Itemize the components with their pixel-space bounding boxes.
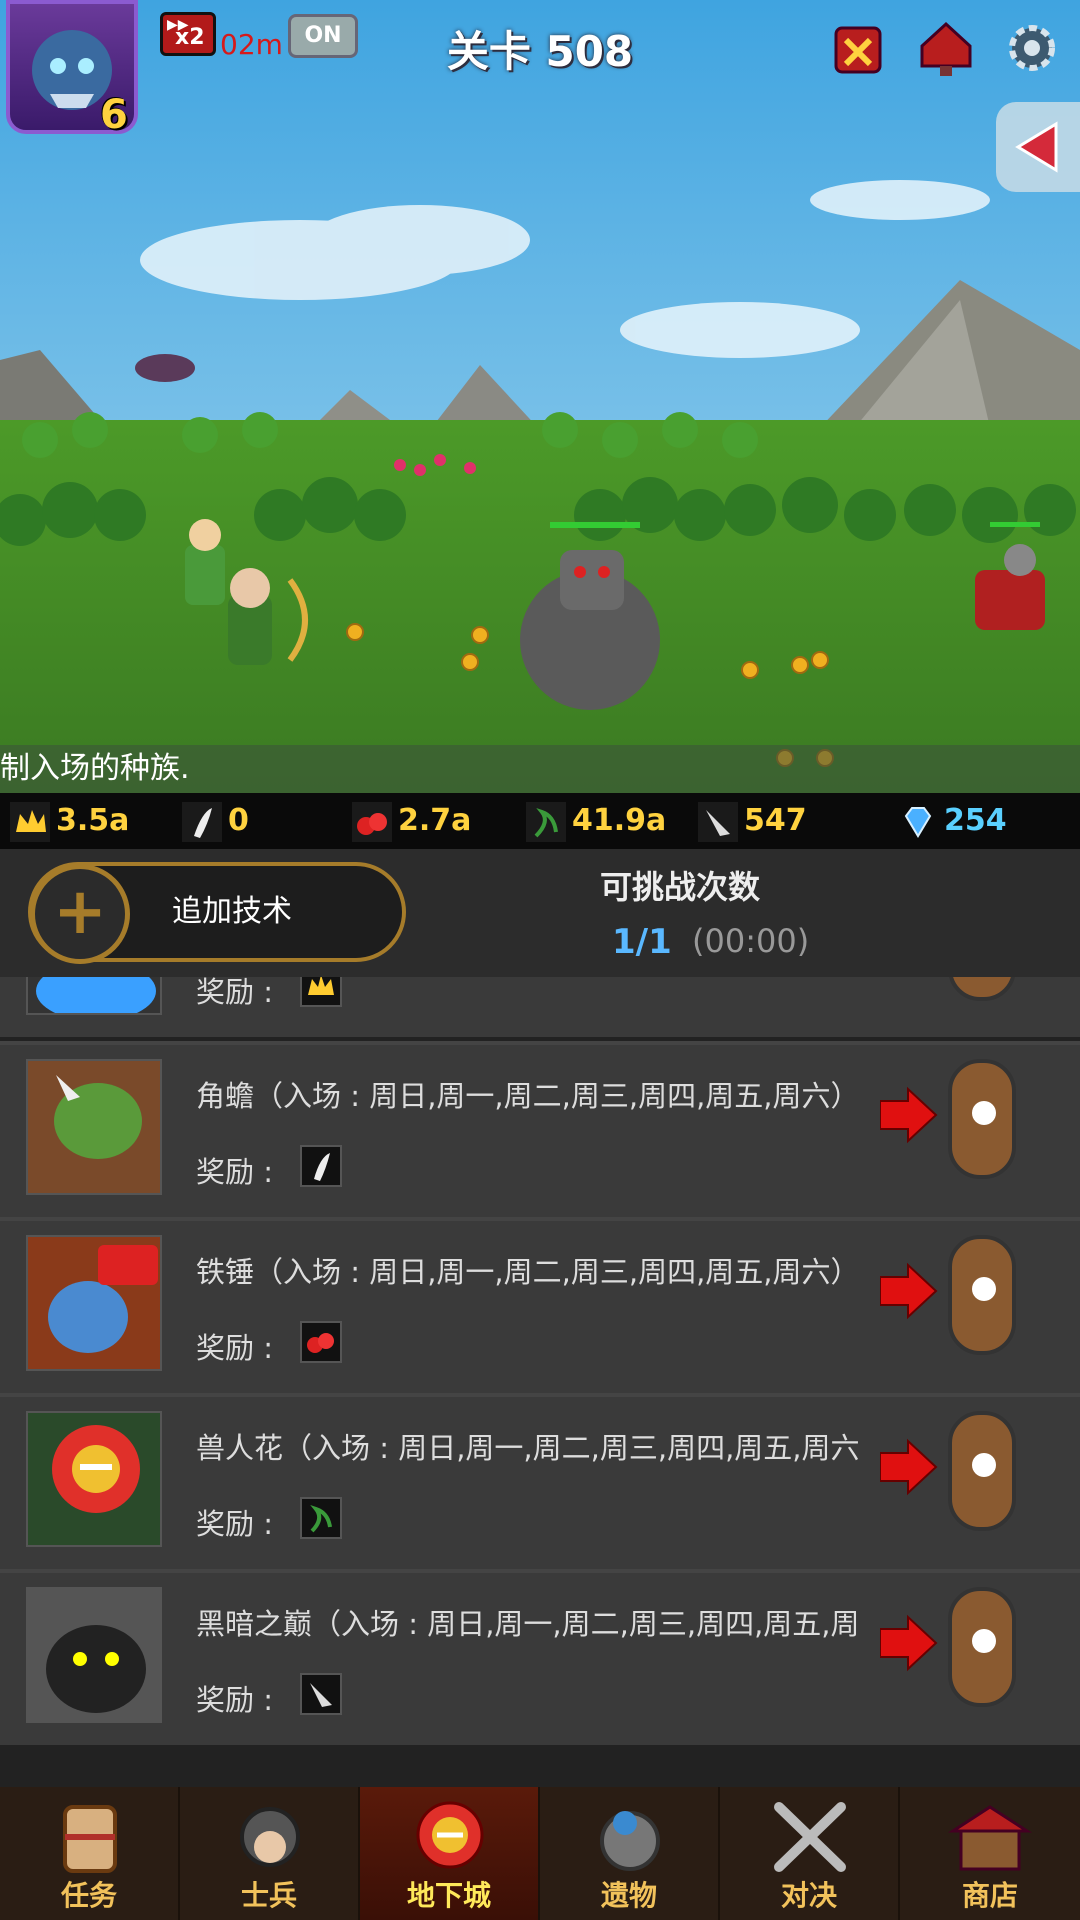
auto-toggle[interactable]: ON bbox=[288, 14, 358, 58]
resource-value: 254 bbox=[944, 803, 1007, 838]
green-mage-unit bbox=[185, 519, 225, 605]
list-item[interactable]: 铁锤（入场 : 周日,周一,周二,周三,周四,周五,周六） 奖励 : bbox=[0, 1217, 1080, 1393]
challenge-count: 1/1 bbox=[612, 922, 672, 962]
nav-dungeon[interactable]: 地下城 bbox=[360, 1787, 540, 1920]
resource-value: 2.7a bbox=[398, 803, 472, 838]
bat-enemy bbox=[135, 354, 195, 382]
list-item[interactable]: 角蟾（入场 : 周日,周一,周二,周三,周四,周五,周六） 奖励 : bbox=[0, 1041, 1080, 1217]
resource-bar: 3.5a 0 2.7a 41.9a 547 254 bbox=[0, 793, 1080, 849]
helmet-icon bbox=[240, 1807, 300, 1867]
crown-icon bbox=[300, 977, 342, 1007]
horn-icon bbox=[300, 1145, 342, 1187]
dungeon-flower-icon bbox=[416, 1801, 484, 1869]
guild-banner-icon[interactable] bbox=[830, 18, 886, 78]
nav-relics[interactable]: 遗物 bbox=[540, 1787, 720, 1920]
reward-label: 奖励 : bbox=[196, 1155, 273, 1189]
nav-label: 地下城 bbox=[406, 1879, 491, 1912]
bottom-nav: 任务 士兵 地下城 遗物 对决 商店 bbox=[0, 1787, 1080, 1920]
nav-label: 任务 bbox=[60, 1879, 117, 1912]
resource-diamond[interactable]: 254 bbox=[898, 799, 1007, 843]
nav-battle[interactable]: 对决 bbox=[720, 1787, 900, 1920]
stage-title: 关卡 508 bbox=[446, 27, 634, 76]
add-tech-label: 追加技术 bbox=[172, 894, 292, 929]
mailbox-icon[interactable] bbox=[916, 18, 976, 78]
challenge-timer: (00:00) bbox=[692, 922, 810, 960]
scroll-message: 制入场的种族. bbox=[0, 745, 1080, 793]
resource-value: 0 bbox=[228, 803, 249, 838]
dungeon-portrait bbox=[26, 1235, 162, 1371]
nav-label: 对决 bbox=[780, 1879, 837, 1912]
resource-red-gem: 2.7a bbox=[352, 799, 471, 843]
list-item[interactable]: 黑暗之巅（入场 : 周日,周一,周二,周三,周四,周五,周 奖励 : bbox=[0, 1569, 1080, 1745]
resource-value: 41.9a bbox=[572, 803, 667, 838]
boost-timer: 02m bbox=[220, 28, 283, 61]
crown-icon bbox=[10, 801, 50, 842]
enter-door-button[interactable] bbox=[880, 1229, 1020, 1359]
scroll-icon bbox=[63, 1805, 117, 1873]
battle-background bbox=[0, 0, 1080, 793]
reward-label: 奖励 : bbox=[196, 977, 273, 1009]
nav-label: 商店 bbox=[961, 1879, 1018, 1912]
vine-icon bbox=[300, 1497, 342, 1539]
resource-value: 3.5a bbox=[56, 803, 130, 838]
battle-scene: 6 ▶▶ x2 02m ON 关卡 508 制入场的种族. bbox=[0, 0, 1080, 793]
dungeon-portrait bbox=[26, 1059, 162, 1195]
dungeon-portrait bbox=[26, 1587, 162, 1723]
hero-level: 6 bbox=[100, 92, 128, 138]
dungeon-name: 角蟾（入场 : 周日,周一,周二,周三,周四,周五,周六） bbox=[196, 1079, 860, 1113]
reward-label: 奖励 : bbox=[196, 1507, 273, 1541]
collapse-arrow-icon[interactable] bbox=[996, 102, 1080, 192]
nav-shop[interactable]: 商店 bbox=[900, 1787, 1080, 1920]
dungeon-name: 黑暗之巅（入场 : 周日,周一,周二,周三,周四,周五,周 bbox=[196, 1607, 860, 1641]
diamond-icon bbox=[898, 802, 938, 842]
dungeon-name: 兽人花（入场 : 周日,周一,周二,周三,周四,周五,周六 bbox=[196, 1431, 860, 1465]
plus-icon: + bbox=[30, 864, 130, 964]
speed-boost-badge[interactable]: ▶▶ x2 bbox=[160, 12, 216, 56]
dungeon-portrait bbox=[26, 1411, 162, 1547]
resource-value: 547 bbox=[744, 803, 807, 838]
nav-soldiers[interactable]: 士兵 bbox=[180, 1787, 360, 1920]
enter-door-button[interactable] bbox=[880, 1581, 1020, 1711]
enter-door-button[interactable] bbox=[880, 1053, 1020, 1183]
red-gem-icon bbox=[352, 801, 392, 842]
nav-label: 士兵 bbox=[240, 1879, 297, 1912]
horn-icon bbox=[182, 801, 222, 842]
resource-horn: 0 bbox=[182, 799, 249, 843]
resource-vine: 41.9a bbox=[526, 799, 666, 843]
list-item[interactable]: 兽人花（入场 : 周日,周一,周二,周三,周四,周五,周六 奖励 : bbox=[0, 1393, 1080, 1569]
shop-icon bbox=[947, 1805, 1033, 1871]
dungeon-list[interactable]: 奖励 : 角蟾（入场 : 周日,周一,周二,周三,周四,周五,周六） 奖励 : … bbox=[0, 977, 1080, 1787]
enter-door-button[interactable] bbox=[880, 1405, 1020, 1535]
fang-icon bbox=[300, 1673, 342, 1715]
nav-label: 遗物 bbox=[600, 1879, 657, 1912]
reward-label: 奖励 : bbox=[196, 1331, 273, 1365]
challenge-title: 可挑战次数 bbox=[599, 868, 760, 906]
speed-label: x2 bbox=[175, 25, 205, 50]
vine-icon bbox=[526, 801, 566, 842]
add-tech-button[interactable]: + 追加技术 bbox=[28, 862, 406, 964]
dungeon-portrait bbox=[26, 977, 162, 1015]
nav-quests[interactable]: 任务 bbox=[0, 1787, 180, 1920]
dungeon-name: 铁锤（入场 : 周日,周一,周二,周三,周四,周五,周六） bbox=[196, 1255, 860, 1289]
list-item[interactable]: 奖励 : bbox=[0, 977, 1080, 1037]
relic-orb-icon bbox=[600, 1811, 660, 1871]
reward-label: 奖励 : bbox=[196, 1683, 273, 1717]
gear-icon[interactable] bbox=[1002, 18, 1062, 78]
enter-door-button[interactable] bbox=[920, 977, 1020, 1003]
resource-crown: 3.5a bbox=[10, 799, 129, 843]
resource-fang: 547 bbox=[698, 799, 807, 843]
crossed-swords-icon bbox=[774, 1802, 846, 1872]
fang-icon bbox=[698, 801, 738, 842]
red-gem-icon bbox=[300, 1321, 342, 1363]
